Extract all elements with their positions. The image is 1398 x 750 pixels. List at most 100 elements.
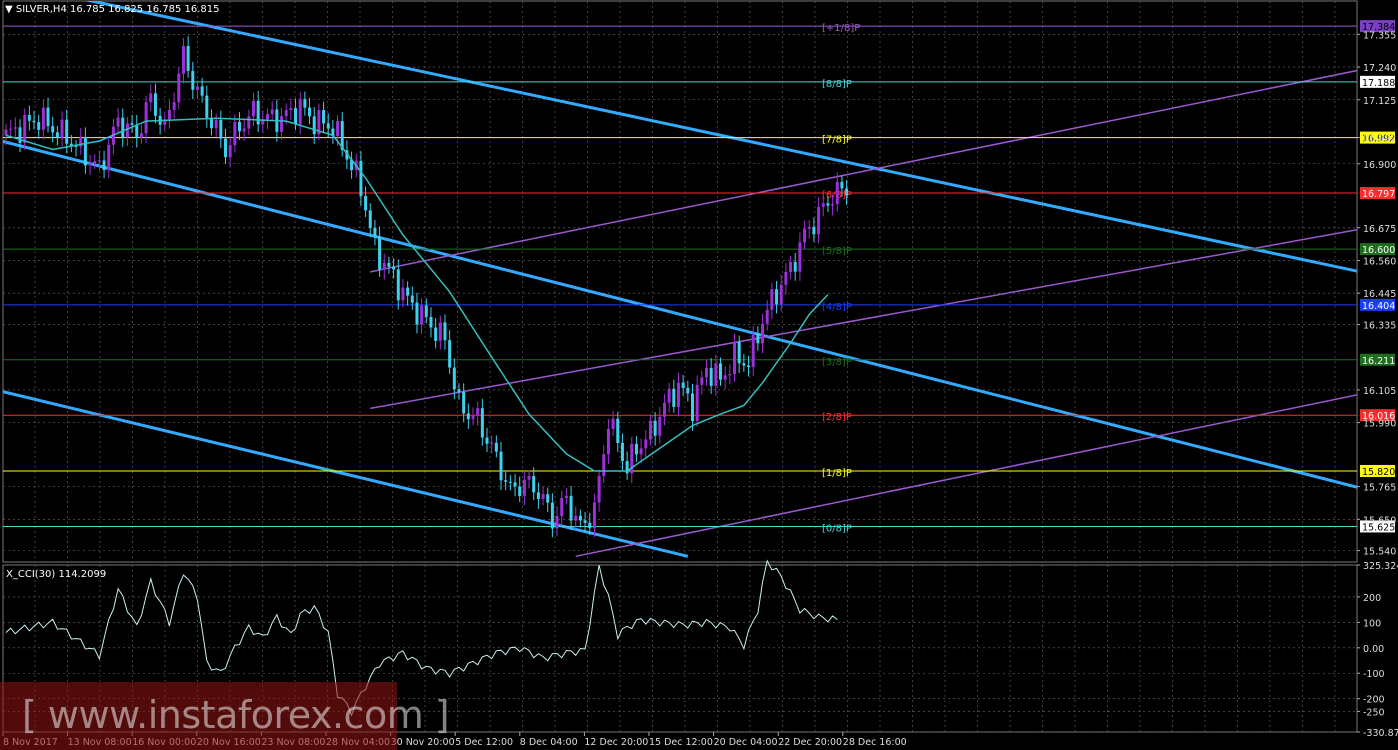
candle-body: [130, 123, 134, 125]
dropdown-triangle-icon[interactable]: ▼: [5, 4, 16, 15]
candle-body: [765, 309, 769, 324]
candle-body: [695, 384, 699, 422]
candle-body: [751, 333, 755, 368]
candle-body: [60, 119, 64, 138]
candle-body: [634, 443, 638, 455]
candle-body: [443, 322, 447, 341]
level-label: [0/8]P: [822, 523, 852, 534]
price-axes: 17.355 17.240 17.125 16.992 16.900 16.675 16.5…: [1357, 30, 1398, 739]
candle-body: [700, 377, 704, 385]
candle-body: [9, 128, 13, 130]
channel-up-middle: [370, 229, 1357, 410]
y-tick-label: 17.355: [1363, 30, 1396, 41]
level-label: [+1/8]P: [822, 23, 860, 34]
candle-body: [238, 121, 241, 132]
candle-body: [27, 115, 31, 121]
candle-body: [219, 120, 223, 139]
candle-body: [23, 115, 27, 143]
candle-body: [364, 196, 368, 211]
candle-body: [527, 476, 531, 480]
y-tick-label: 16.445: [1363, 289, 1396, 300]
candle-body: [214, 120, 218, 129]
price-tag: 16.600: [1362, 245, 1395, 256]
candle-body: [312, 116, 316, 135]
candle-body: [485, 437, 489, 444]
y-tick-label: 15.650: [1363, 515, 1396, 526]
candle-body: [359, 160, 363, 197]
candle-body: [476, 408, 480, 416]
y-tick-label: 15.540: [1363, 547, 1396, 558]
candle-body: [303, 99, 307, 108]
candle-body: [592, 502, 596, 529]
candle-body: [209, 117, 213, 129]
candle-body: [466, 413, 470, 420]
candle-body: [518, 486, 522, 496]
candle-body: [149, 93, 153, 103]
candle-body: [817, 206, 821, 235]
cci-tick-label: -100: [1363, 669, 1385, 680]
price-candles: [4, 36, 849, 538]
candle-body: [13, 127, 17, 129]
candle-body: [228, 145, 232, 158]
candle-body: [681, 382, 685, 388]
candle-body: [574, 515, 578, 521]
y-tick-label: 17.240: [1363, 63, 1396, 74]
candle-body: [508, 481, 512, 483]
cci-header: X_CCI(30) 114.2099: [6, 569, 107, 580]
y-tick-label: 16.992: [1363, 134, 1396, 145]
candle-body: [471, 415, 475, 420]
y-tick-label: 16.900: [1363, 160, 1396, 171]
candle-body: [368, 210, 372, 228]
candle-body: [784, 271, 788, 285]
candle-body: [457, 389, 461, 393]
candle-body: [102, 160, 106, 171]
candle-body: [602, 454, 606, 476]
candle-body: [532, 476, 536, 493]
cci-tick-label: -330.875: [1363, 728, 1398, 739]
candle-body: [424, 305, 428, 317]
candle-body: [205, 95, 209, 118]
candle-body: [410, 295, 414, 303]
y-tick-label: 16.105: [1363, 386, 1396, 397]
candle-body: [429, 316, 433, 328]
candle-body: [223, 138, 227, 158]
candle-body: [167, 109, 171, 120]
y-tick-label: 17.125: [1363, 96, 1396, 107]
candle-body: [812, 226, 816, 235]
candle-body: [564, 495, 568, 498]
candle-body: [723, 375, 727, 380]
price-tag: 17.188: [1362, 78, 1395, 89]
murrey-levels: [+1/8]P17.384[8/8]P17.188[7/8]P16.992[6/…: [3, 20, 1395, 534]
candle-body: [560, 497, 564, 517]
candle-body: [686, 387, 690, 394]
candle-body: [494, 442, 498, 452]
candle-body: [378, 236, 382, 270]
candle-body: [336, 121, 340, 137]
candle-body: [32, 120, 36, 123]
x-tick-label: 8 Dec 04:00: [520, 737, 578, 748]
candle-body: [298, 99, 302, 125]
watermark-logo: [ www.instaforex.com ]: [22, 693, 450, 737]
candle-body: [396, 269, 400, 301]
symbol-ohlc: SILVER,H4 16.785 16.825 16.785 16.815: [15, 4, 220, 15]
candle-body: [289, 108, 293, 111]
candle-body: [308, 107, 312, 117]
cci-tick-label: 200: [1363, 593, 1381, 604]
candle-body: [139, 133, 143, 138]
candle-body: [620, 442, 624, 462]
y-tick-label: 15.765: [1363, 483, 1396, 494]
candle-body: [55, 132, 59, 138]
y-tick-label: 16.335: [1363, 320, 1396, 331]
candle-body: [653, 420, 657, 436]
candle-body: [807, 226, 811, 229]
candle-body: [826, 203, 830, 206]
candle-body: [555, 516, 559, 529]
candle-body: [583, 520, 587, 523]
level-label: [3/8]P: [822, 357, 852, 368]
candle-body: [93, 161, 97, 164]
candle-body: [448, 340, 452, 368]
candle-body: [88, 163, 92, 166]
symbol-header[interactable]: ▼ SILVER,H4 16.785 16.825 16.785 16.815: [5, 4, 220, 15]
candle-body: [676, 382, 680, 407]
candle-body: [121, 117, 125, 138]
